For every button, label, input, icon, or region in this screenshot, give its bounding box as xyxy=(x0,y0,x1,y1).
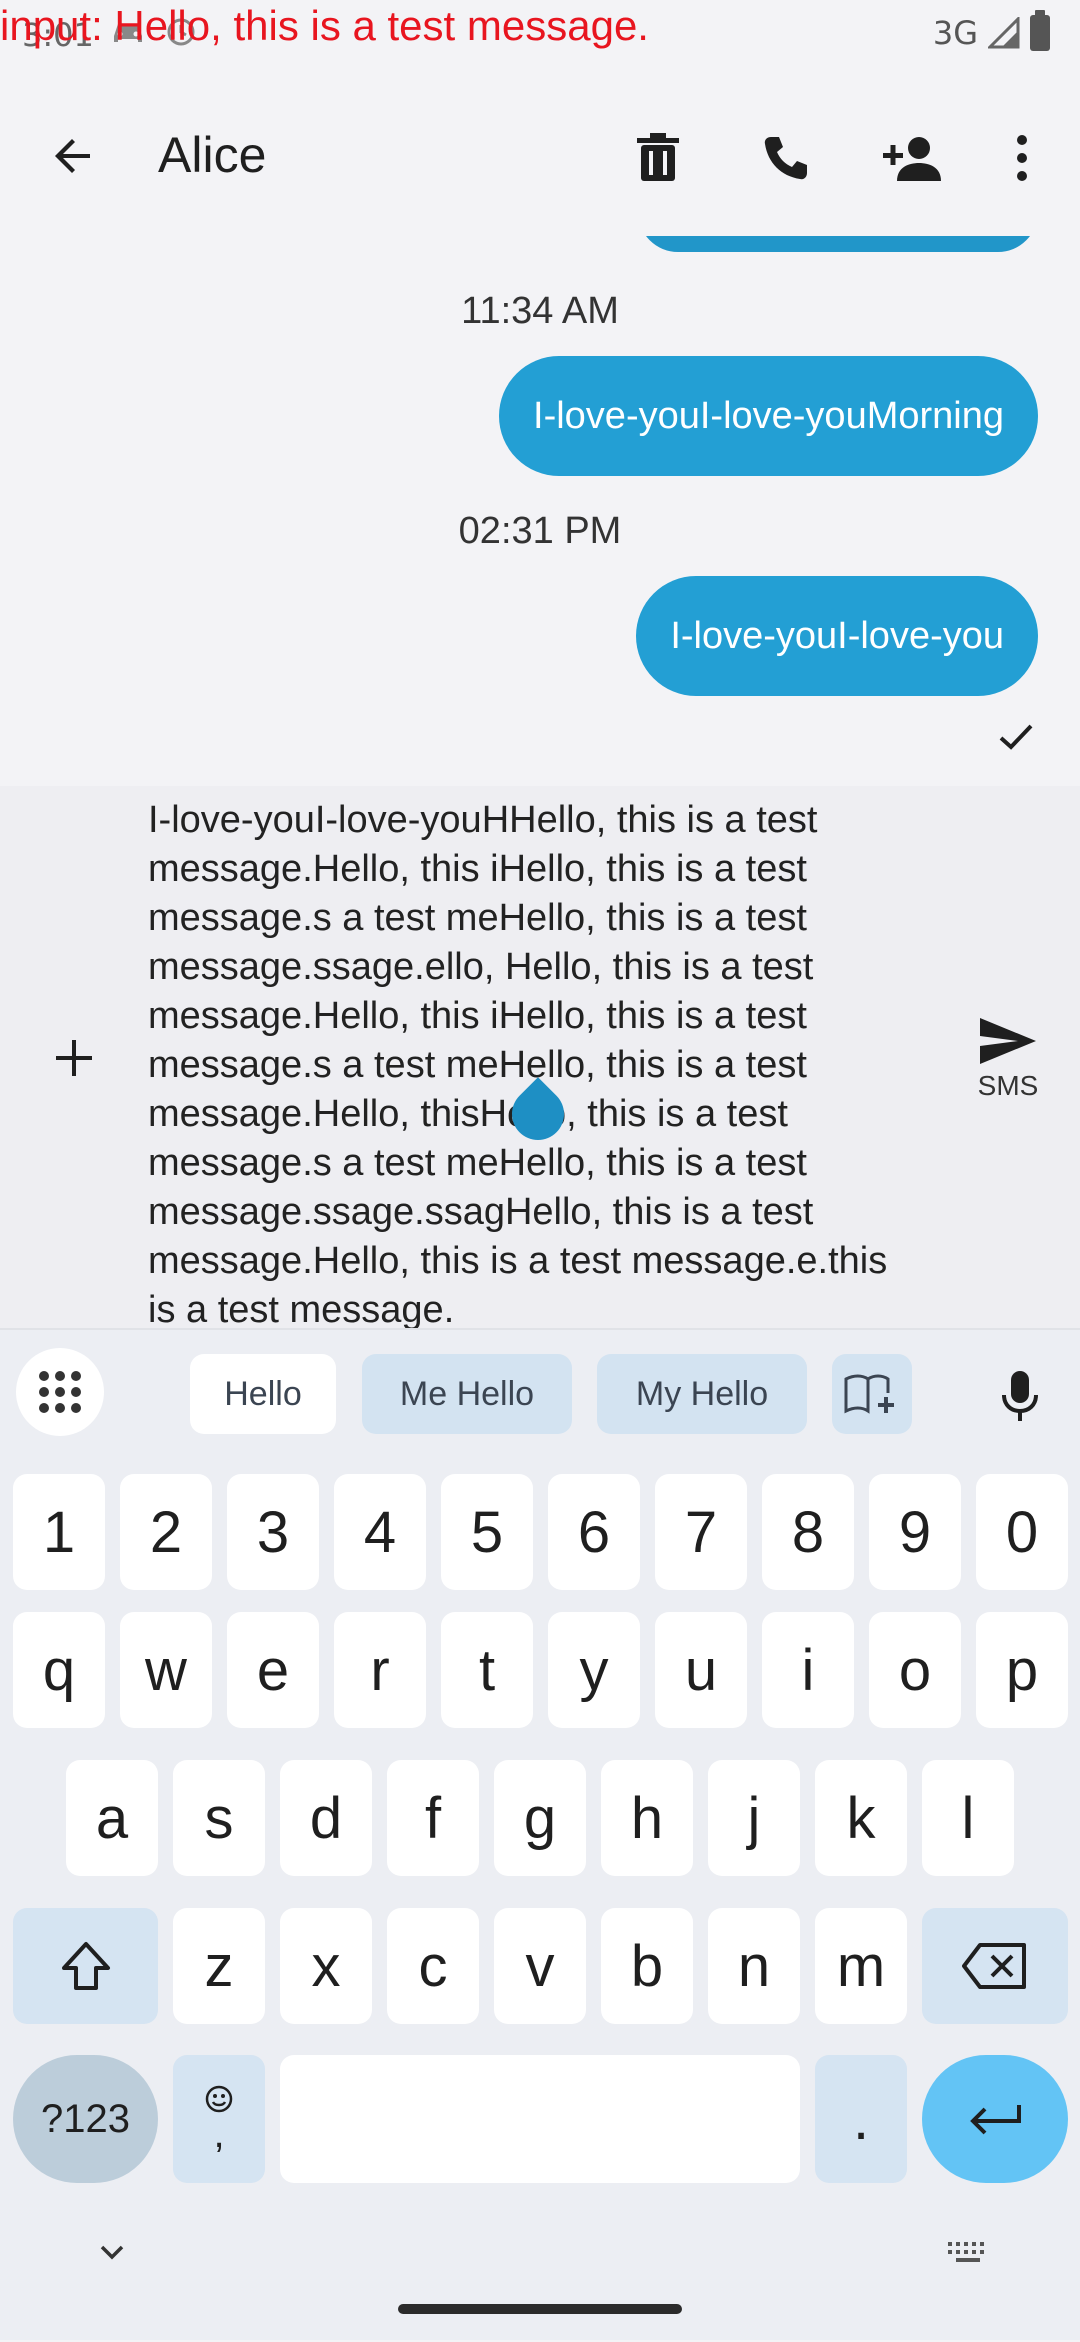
key-n[interactable]: n xyxy=(708,1908,800,2024)
message-list[interactable]: 11:34 AM I-love-youI-love-youMorning 02:… xyxy=(0,236,1080,786)
backspace-icon xyxy=(962,1943,1026,1989)
phone-icon xyxy=(764,137,807,180)
key-h[interactable]: h xyxy=(601,1760,693,1876)
message-bubble-partial[interactable] xyxy=(638,236,1038,252)
key-a[interactable]: a xyxy=(66,1760,158,1876)
message-text: I-love-youI-love-you xyxy=(670,614,1004,657)
more-vert-icon xyxy=(1017,135,1027,181)
message-timestamp: 02:31 PM xyxy=(458,510,622,552)
chevron-down-icon xyxy=(100,2245,124,2260)
key-t[interactable]: t xyxy=(441,1612,533,1728)
plus-icon xyxy=(56,1040,92,1076)
key-6[interactable]: 6 xyxy=(548,1474,640,1590)
key-8[interactable]: 8 xyxy=(762,1474,854,1590)
shift-key[interactable] xyxy=(13,1908,158,2024)
network-type: 3G xyxy=(932,14,978,52)
key-s[interactable]: s xyxy=(173,1760,265,1876)
keyboard-icon xyxy=(948,2242,984,2262)
hide-keyboard-button[interactable] xyxy=(92,2232,132,2272)
attach-button[interactable] xyxy=(40,1024,108,1092)
shift-icon xyxy=(61,1942,110,1990)
key-4[interactable]: 4 xyxy=(334,1474,426,1590)
suggestion-chip[interactable]: Hello xyxy=(190,1354,336,1434)
key-e[interactable]: e xyxy=(227,1612,319,1728)
key-d[interactable]: d xyxy=(280,1760,372,1876)
message-text: I-love-youI-love-youMorning xyxy=(533,394,1004,437)
add-to-dictionary-button[interactable] xyxy=(832,1354,912,1434)
key-3[interactable]: 3 xyxy=(227,1474,319,1590)
key-x[interactable]: x xyxy=(280,1908,372,2024)
keyboard-nav-bar xyxy=(0,2190,1080,2342)
key-7[interactable]: 7 xyxy=(655,1474,747,1590)
emoji-comma-key[interactable]: , xyxy=(173,2055,265,2183)
key-k[interactable]: k xyxy=(815,1760,907,1876)
apps-grid-icon xyxy=(39,1371,81,1413)
send-button[interactable]: SMS xyxy=(958,1016,1058,1126)
delete-button[interactable] xyxy=(618,118,698,198)
key-j[interactable]: j xyxy=(708,1760,800,1876)
key-w[interactable]: w xyxy=(120,1612,212,1728)
key-c[interactable]: c xyxy=(387,1908,479,2024)
backspace-key[interactable] xyxy=(922,1908,1068,2024)
sent-check-icon xyxy=(999,724,1033,750)
key-l[interactable]: l xyxy=(922,1760,1014,1876)
send-icon xyxy=(980,1018,1036,1064)
key-o[interactable]: o xyxy=(869,1612,961,1728)
person-add-icon xyxy=(883,137,941,181)
key-y[interactable]: y xyxy=(548,1612,640,1728)
key-u[interactable]: u xyxy=(655,1612,747,1728)
enter-icon xyxy=(970,2105,1021,2135)
add-contact-button[interactable] xyxy=(872,118,952,198)
more-options-button[interactable] xyxy=(982,118,1062,198)
home-indicator[interactable] xyxy=(398,2304,682,2314)
comma-label: , xyxy=(213,2112,225,2156)
key-m[interactable]: m xyxy=(815,1908,907,2024)
message-bubble[interactable]: I-love-youI-love-you xyxy=(636,576,1038,696)
emoji-icon xyxy=(205,2085,233,2113)
period-key[interactable]: . xyxy=(815,2055,907,2183)
suggestion-strip: Hello Me Hello My Hello xyxy=(0,1330,1080,1462)
space-key[interactable] xyxy=(280,2055,800,2183)
conversation-title: Alice xyxy=(158,127,267,183)
status-right-group: 3G xyxy=(932,10,1050,52)
app-bar: Alice xyxy=(0,80,1080,236)
trash-icon xyxy=(637,133,679,181)
message-timestamp: 11:34 AM xyxy=(461,290,619,332)
key-0[interactable]: 0 xyxy=(976,1474,1068,1590)
key-f[interactable]: f xyxy=(387,1760,479,1876)
signal-icon xyxy=(986,15,1020,49)
battery-icon xyxy=(1030,10,1050,51)
key-2[interactable]: 2 xyxy=(120,1474,212,1590)
key-i[interactable]: i xyxy=(762,1612,854,1728)
key-v[interactable]: v xyxy=(494,1908,586,2024)
enter-key[interactable] xyxy=(922,2055,1068,2183)
compose-area: I-love-youI-love-youHHello, this is a te… xyxy=(0,786,1080,1331)
key-q[interactable]: q xyxy=(13,1612,105,1728)
key-5[interactable]: 5 xyxy=(441,1474,533,1590)
message-bubble[interactable]: I-love-youI-love-youMorning xyxy=(499,356,1038,476)
mic-icon xyxy=(1002,1371,1038,1421)
key-r[interactable]: r xyxy=(334,1612,426,1728)
keyboard-apps-button[interactable] xyxy=(16,1348,104,1436)
key-p[interactable]: p xyxy=(976,1612,1068,1728)
key-z[interactable]: z xyxy=(173,1908,265,2024)
book-add-icon xyxy=(844,1374,894,1414)
symbols-key[interactable]: ?123 xyxy=(13,2055,158,2183)
arrow-back-icon xyxy=(55,139,90,173)
input-overlay-text: input: Hello, this is a test message. xyxy=(0,2,649,49)
call-button[interactable] xyxy=(746,118,826,198)
key-b[interactable]: b xyxy=(601,1908,693,2024)
key-1[interactable]: 1 xyxy=(13,1474,105,1590)
back-button[interactable] xyxy=(38,120,110,192)
key-9[interactable]: 9 xyxy=(869,1474,961,1590)
send-label: SMS xyxy=(977,1070,1039,1101)
keyboard: Hello Me Hello My Hello 1 2 3 4 5 6 7 8 … xyxy=(0,1328,1080,2340)
key-g[interactable]: g xyxy=(494,1760,586,1876)
message-input[interactable]: I-love-youI-love-youHHello, this is a te… xyxy=(148,796,918,1335)
suggestion-chip[interactable]: Me Hello xyxy=(362,1354,572,1434)
suggestion-chip[interactable]: My Hello xyxy=(597,1354,807,1434)
voice-input-button[interactable] xyxy=(980,1356,1060,1436)
switch-keyboard-button[interactable] xyxy=(944,2236,992,2268)
